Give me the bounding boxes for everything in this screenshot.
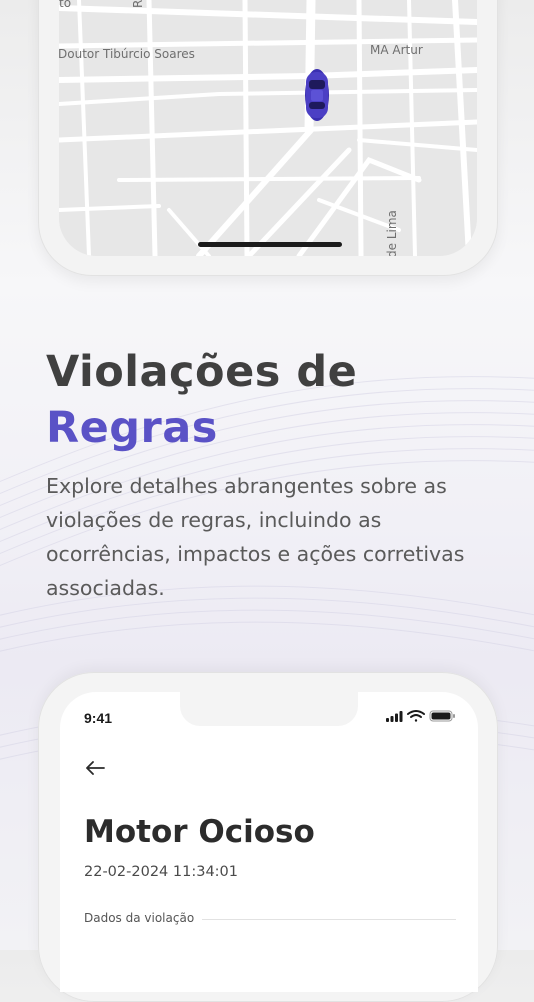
map-label-street: MA Artur: [370, 43, 423, 57]
signal-icon: [386, 711, 403, 722]
car-icon: [305, 69, 329, 121]
home-indicator: [198, 242, 342, 247]
headline-line-1: Violações de: [46, 347, 358, 397]
headline-description: Explore detalhes abrangentes sobre as vi…: [46, 474, 465, 600]
map-streets: [59, 0, 477, 256]
wifi-icon: [407, 710, 425, 722]
headline: Violações de Regras: [46, 344, 357, 456]
phone-notch: [180, 692, 358, 726]
headline-line-2: Regras: [46, 403, 218, 453]
map-label-street: Doutor Tibúrcio Soares: [59, 47, 195, 61]
map-label-street: Rua L: [131, 0, 145, 8]
section-label: Dados da violação: [84, 911, 195, 925]
map-label-street: to: [59, 0, 72, 10]
map-label-street: de Lima: [385, 210, 399, 256]
violation-date: 22-02-2024 11:34:01: [84, 864, 238, 880]
back-arrow-icon[interactable]: [84, 760, 106, 776]
section-divider: [202, 919, 456, 920]
status-time: 9:41: [84, 710, 113, 726]
status-icons: [386, 710, 455, 722]
map-view[interactable]: to Doutor Tibúrcio Soares Rua L MA Artur…: [59, 0, 477, 256]
phone-screen: 9:41 Motor Ocioso 22-02-2024 11:34:01 Da…: [60, 692, 478, 992]
battery-icon: [429, 710, 455, 722]
screen-title: Motor Ocioso: [84, 814, 315, 850]
